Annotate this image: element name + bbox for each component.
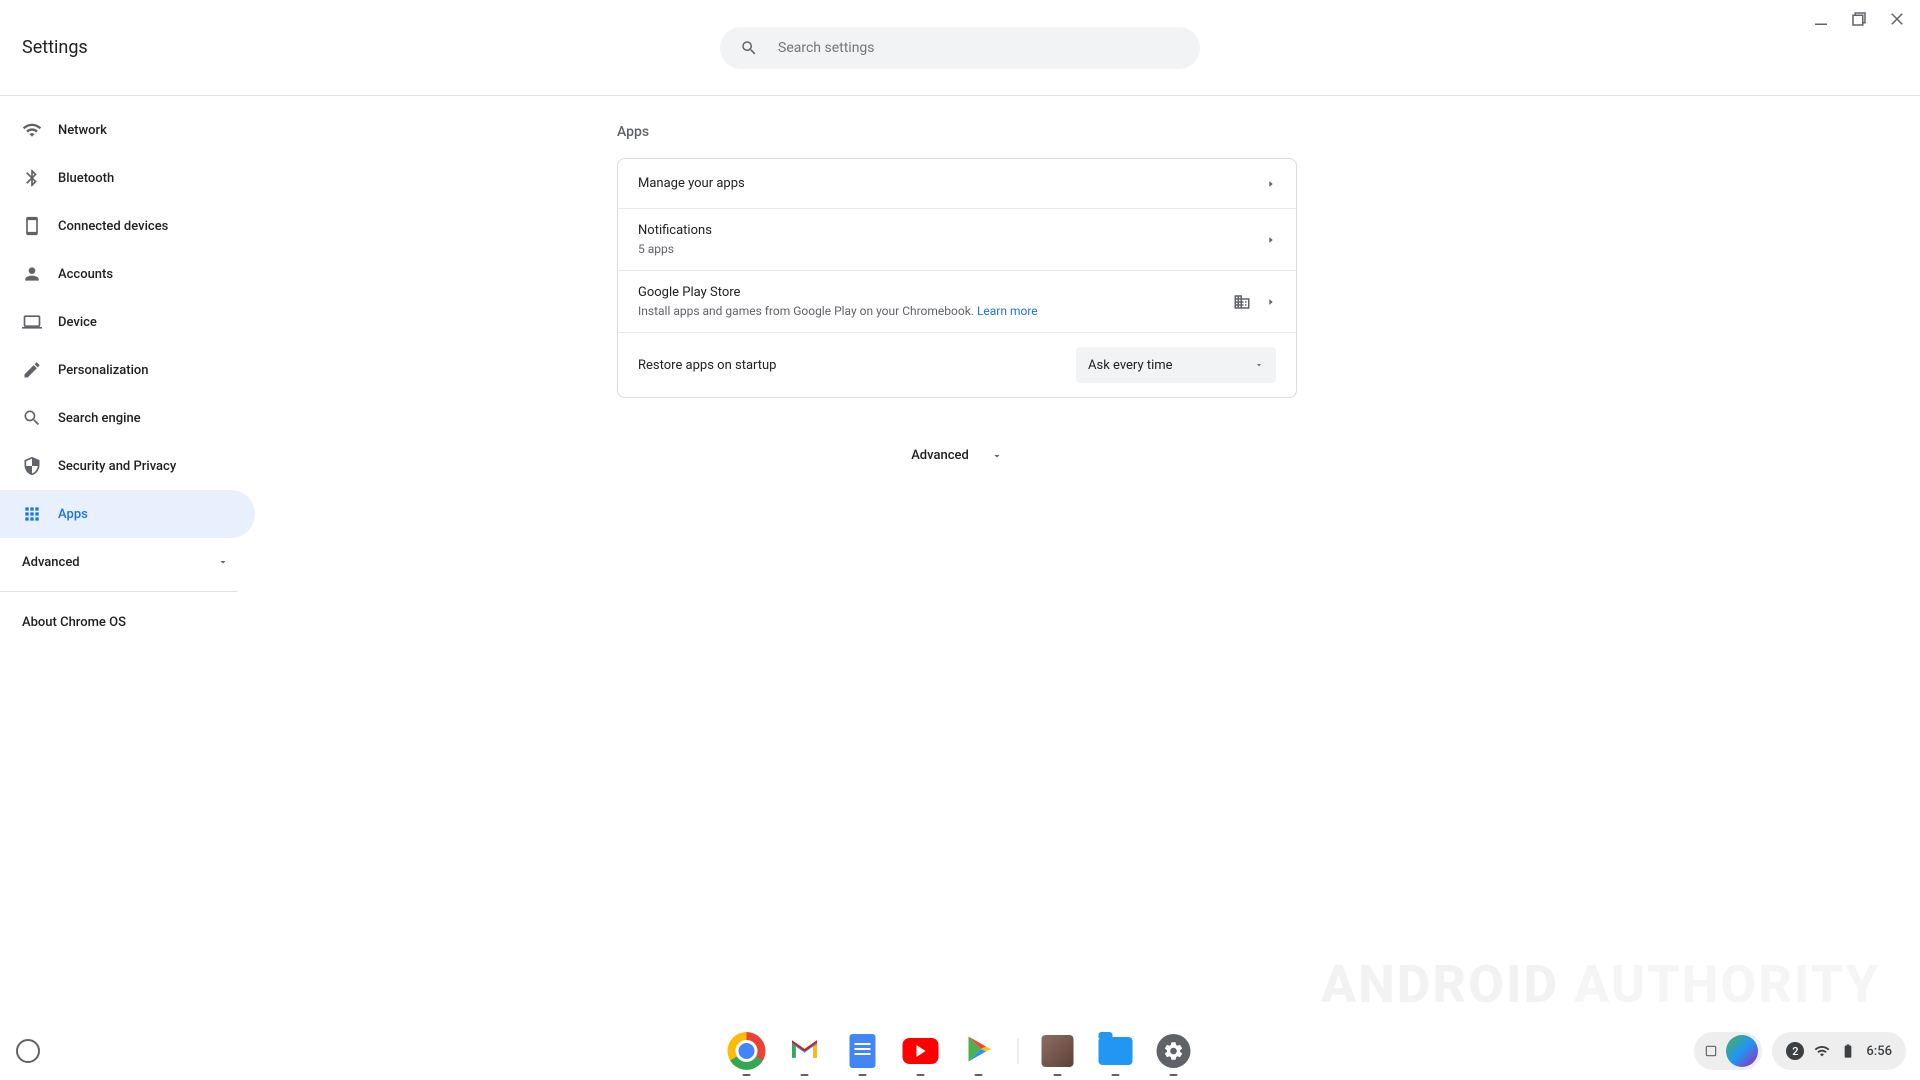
chevron-down-icon xyxy=(1254,360,1264,370)
sidebar-item-search-engine[interactable]: Search engine xyxy=(0,394,255,442)
sidebar-item-label: Network xyxy=(58,123,107,138)
advanced-toggle[interactable]: Advanced xyxy=(617,448,1297,463)
header: Settings xyxy=(0,0,1920,96)
row-title: Restore apps on startup xyxy=(638,358,1062,373)
shelf-divider xyxy=(1018,1038,1019,1064)
sidebar-divider xyxy=(0,591,237,592)
docs-icon xyxy=(850,1034,876,1068)
shelf-app-chrome[interactable] xyxy=(728,1032,766,1070)
sidebar-item-connected-devices[interactable]: Connected devices xyxy=(0,202,255,250)
row-subtitle: Install apps and games from Google Play … xyxy=(638,304,1218,318)
window-controls xyxy=(1812,10,1906,28)
chevron-right-icon xyxy=(1266,292,1276,311)
sidebar-item-apps[interactable]: Apps xyxy=(0,490,255,538)
sidebar: Network Bluetooth Connected devices Acco… xyxy=(0,96,255,1022)
advanced-label: Advanced xyxy=(911,448,969,463)
sidebar-item-network[interactable]: Network xyxy=(0,106,255,154)
sidebar-advanced-label: Advanced xyxy=(22,555,80,570)
laptop-icon xyxy=(22,312,42,332)
row-google-play[interactable]: Google Play Store Install apps and games… xyxy=(618,271,1296,333)
status-tray[interactable]: 2 6:56 xyxy=(1772,1032,1906,1070)
phone-hub-icon xyxy=(1704,1044,1718,1058)
avatar xyxy=(1726,1035,1758,1067)
chrome-icon xyxy=(728,1032,766,1070)
row-notifications[interactable]: Notifications 5 apps xyxy=(618,209,1296,271)
shelf-app-files[interactable] xyxy=(1097,1032,1135,1070)
sidebar-about[interactable]: About Chrome OS xyxy=(0,597,255,630)
shelf-app-gmail[interactable] xyxy=(786,1032,824,1070)
chevron-down-icon xyxy=(217,556,229,568)
battery-icon xyxy=(1840,1043,1856,1059)
search-input[interactable] xyxy=(778,40,1180,56)
row-restore-apps: Restore apps on startup Ask every time xyxy=(618,333,1296,397)
sidebar-item-label: Connected devices xyxy=(58,219,168,234)
shelf-apps xyxy=(728,1032,1193,1070)
files-icon xyxy=(1099,1037,1133,1065)
settings-card: Manage your apps Notifications 5 apps Go… xyxy=(617,158,1297,398)
status-avatar-button[interactable] xyxy=(1694,1032,1762,1070)
notification-count: 2 xyxy=(1786,1042,1804,1060)
sidebar-item-personalization[interactable]: Personalization xyxy=(0,346,255,394)
person-icon xyxy=(22,264,42,284)
main-content: Apps Manage your apps Notifications 5 ap… xyxy=(255,96,1920,1022)
clock: 6:56 xyxy=(1866,1044,1892,1059)
sidebar-item-bluetooth[interactable]: Bluetooth xyxy=(0,154,255,202)
sidebar-item-accounts[interactable]: Accounts xyxy=(0,250,255,298)
sidebar-item-label: Personalization xyxy=(58,363,149,378)
shelf-app-youtube[interactable] xyxy=(902,1032,940,1070)
sidebar-item-label: Accounts xyxy=(58,267,113,282)
row-title: Notifications xyxy=(638,223,1252,238)
minimize-icon[interactable] xyxy=(1812,10,1830,28)
search-box[interactable] xyxy=(720,27,1200,69)
brush-icon xyxy=(22,360,42,380)
row-title: Google Play Store xyxy=(638,285,1218,300)
row-title: Manage your apps xyxy=(638,176,1252,191)
close-icon[interactable] xyxy=(1888,10,1906,28)
sidebar-advanced-toggle[interactable]: Advanced xyxy=(0,538,255,586)
play-store-icon xyxy=(964,1034,994,1068)
status-area: 2 6:56 xyxy=(1694,1032,1906,1070)
sidebar-item-label: Bluetooth xyxy=(58,171,114,186)
shelf-app-docs[interactable] xyxy=(844,1032,882,1070)
sidebar-item-label: Security and Privacy xyxy=(58,459,176,474)
sidebar-item-label: Search engine xyxy=(58,411,141,426)
section-heading: Apps xyxy=(617,124,1920,140)
restore-dropdown[interactable]: Ask every time xyxy=(1076,347,1276,383)
package-icon xyxy=(1042,1035,1074,1067)
search-icon xyxy=(740,39,758,57)
sidebar-item-security[interactable]: Security and Privacy xyxy=(0,442,255,490)
sidebar-item-label: Apps xyxy=(58,507,88,522)
sidebar-item-device[interactable]: Device xyxy=(0,298,255,346)
search-icon xyxy=(22,408,42,428)
launcher-button[interactable] xyxy=(16,1039,40,1063)
row-manage-apps[interactable]: Manage your apps xyxy=(618,159,1296,209)
chevron-down-icon xyxy=(991,450,1003,462)
shelf-app-settings[interactable] xyxy=(1155,1032,1193,1070)
row-subtitle: 5 apps xyxy=(638,242,1252,256)
shelf-app-package[interactable] xyxy=(1039,1032,1077,1070)
page-title: Settings xyxy=(22,37,88,58)
youtube-icon xyxy=(903,1038,939,1064)
dropdown-value: Ask every time xyxy=(1088,358,1173,373)
learn-more-link[interactable]: Learn more xyxy=(977,304,1038,318)
chevron-right-icon xyxy=(1266,174,1276,193)
bluetooth-icon xyxy=(22,168,42,188)
sidebar-item-label: Device xyxy=(58,315,97,330)
domain-icon xyxy=(1232,292,1252,312)
wifi-icon xyxy=(22,120,42,140)
phone-icon xyxy=(22,216,42,236)
restore-icon[interactable] xyxy=(1850,10,1868,28)
shelf-app-play[interactable] xyxy=(960,1032,998,1070)
wifi-icon xyxy=(1814,1043,1830,1059)
shield-icon xyxy=(22,456,42,476)
shelf: 2 6:56 xyxy=(0,1022,1920,1080)
gear-icon xyxy=(1157,1034,1191,1068)
chevron-right-icon xyxy=(1266,230,1276,249)
gmail-icon xyxy=(790,1037,820,1065)
apps-icon xyxy=(22,504,42,524)
